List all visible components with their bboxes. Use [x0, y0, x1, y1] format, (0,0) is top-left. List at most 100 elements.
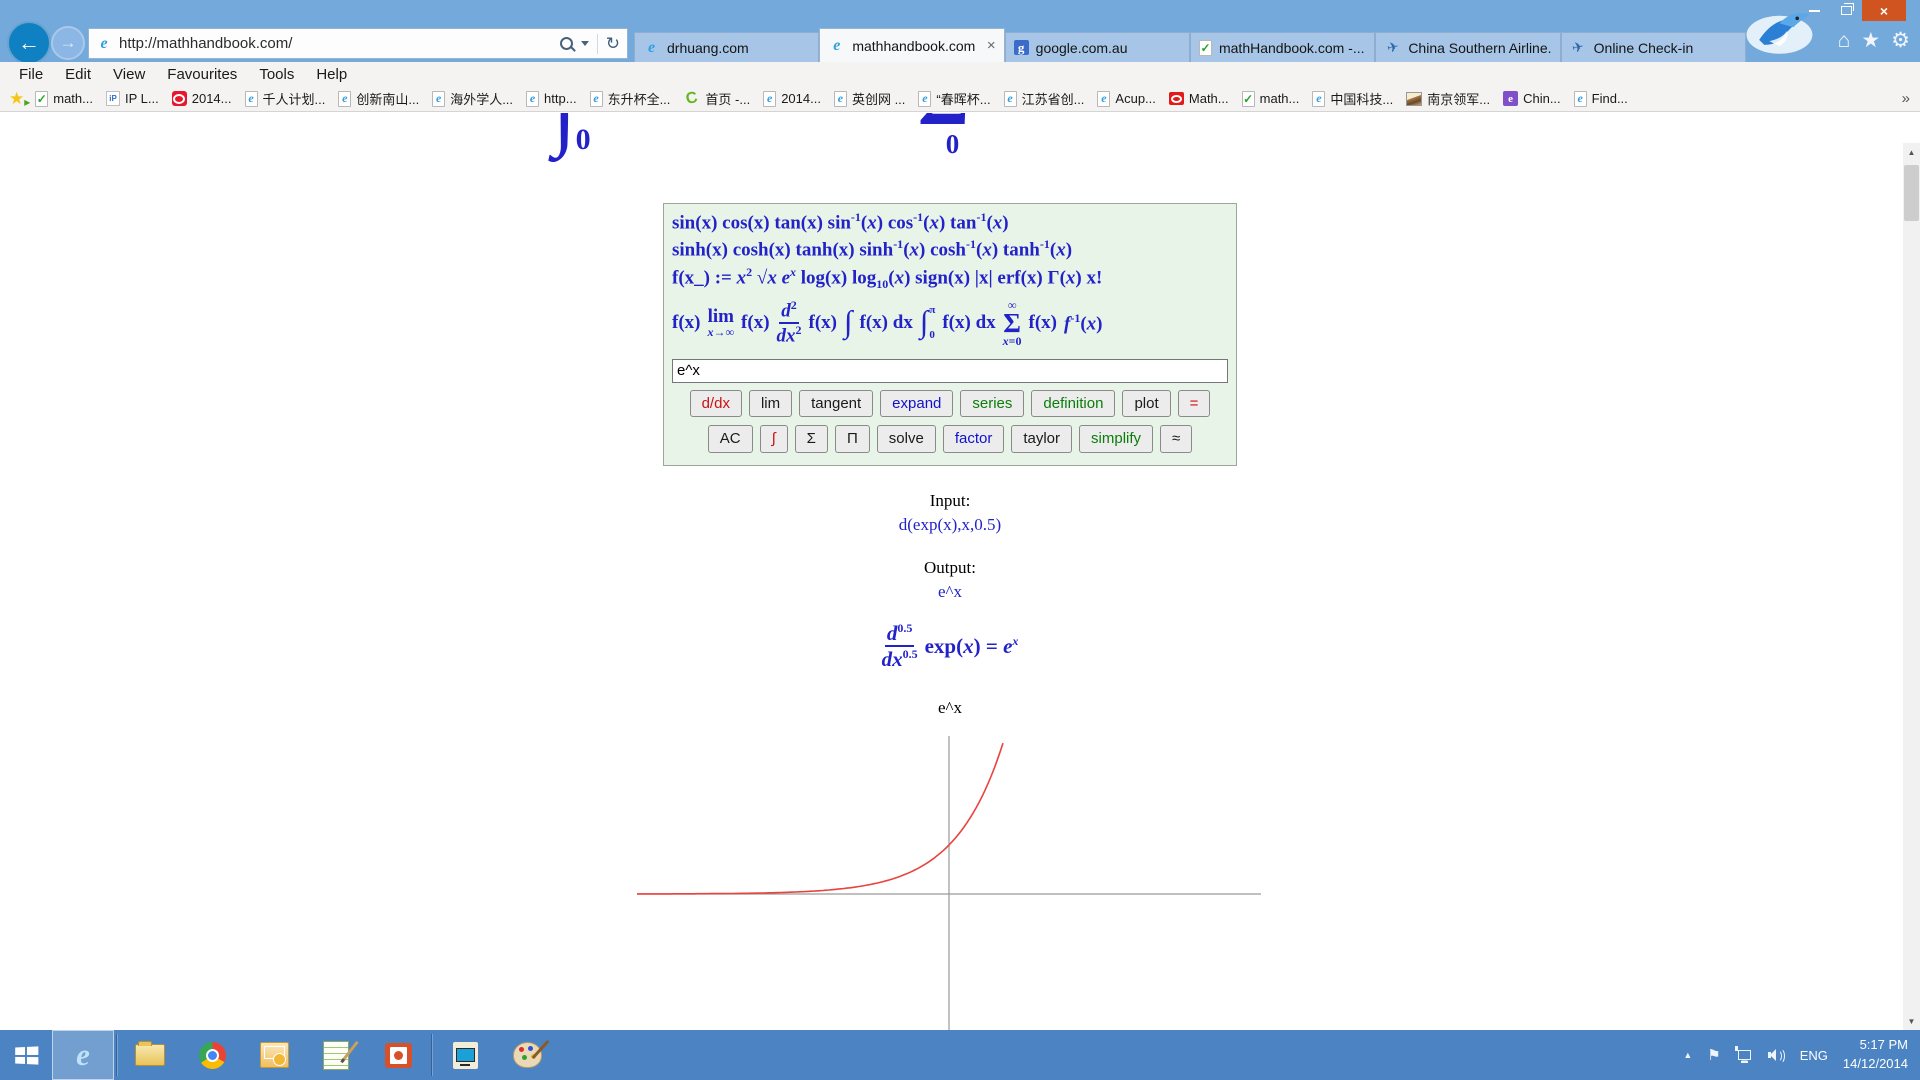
language-indicator[interactable]: ENG: [1800, 1048, 1828, 1063]
divider: [597, 34, 598, 54]
favorite-label: 中国科技...: [1330, 89, 1393, 108]
tab-close-icon[interactable]: ×: [987, 38, 996, 53]
favorites-star-icon[interactable]: ★: [1861, 30, 1880, 51]
favorite-item[interactable]: 千人计划...: [240, 89, 331, 108]
expression-input[interactable]: [672, 359, 1228, 383]
show-hidden-icons-icon[interactable]: ▲: [1683, 1050, 1692, 1060]
restore-button[interactable]: [1830, 0, 1862, 21]
taskbar-display-settings[interactable]: [434, 1030, 496, 1080]
favorite-item[interactable]: Acup...: [1092, 91, 1160, 107]
favorite-favicon-icon: [1312, 91, 1325, 107]
taskbar-notes[interactable]: [305, 1030, 367, 1080]
math-action-button[interactable]: factor: [943, 425, 1005, 453]
favorite-item[interactable]: Chin...: [1498, 91, 1566, 106]
math-action-button[interactable]: taylor: [1011, 425, 1072, 453]
refresh-icon[interactable]: ↻: [606, 35, 620, 52]
address-bar[interactable]: e http://mathhandbook.com/ ↻: [88, 28, 628, 59]
taskbar-chrome[interactable]: [181, 1030, 243, 1080]
palette-trig-line[interactable]: sin(x) cos(x) tan(x) sin-1(x) cos-1(x) t…: [672, 210, 1228, 234]
menu-item[interactable]: Edit: [54, 66, 102, 83]
favorite-item[interactable]: 江苏省创...: [999, 89, 1090, 108]
favorite-favicon-icon: [1242, 91, 1255, 107]
menu-item[interactable]: Tools: [248, 66, 305, 83]
math-action-button[interactable]: plot: [1122, 390, 1170, 418]
browser-tab[interactable]: mathhandbook.com ×: [819, 28, 1004, 62]
settings-gear-icon[interactable]: ⚙: [1891, 30, 1910, 51]
palette-calculus-line[interactable]: f(x)limx→∞f(x)d2dx2f(x)∫f(x) dx∫π0f(x) d…: [672, 295, 1228, 351]
scroll-up-icon[interactable]: ▲: [1903, 143, 1920, 161]
close-button[interactable]: ×: [1862, 0, 1906, 21]
browser-tab[interactable]: google.com.au: [1005, 32, 1190, 62]
math-action-button[interactable]: solve: [877, 425, 936, 453]
math-action-button[interactable]: series: [960, 390, 1024, 418]
math-action-button[interactable]: definition: [1031, 390, 1115, 418]
math-action-button[interactable]: d/dx: [690, 390, 742, 418]
taskbar-outlook[interactable]: [243, 1030, 305, 1080]
clock[interactable]: 5:17 PM 14/12/2014: [1843, 1036, 1908, 1074]
browser-tab[interactable]: mathHandbook.com -...: [1190, 32, 1375, 62]
taskbar-paint[interactable]: [496, 1030, 558, 1080]
math-action-button[interactable]: ∫: [760, 425, 788, 453]
menu-item[interactable]: Favourites: [156, 66, 248, 83]
favorite-item[interactable]: 中国科技...: [1307, 89, 1398, 108]
math-action-button[interactable]: Π: [835, 425, 870, 453]
vertical-scrollbar[interactable]: ▲ ▼: [1903, 143, 1920, 1030]
favorite-item[interactable]: math...: [1237, 91, 1305, 107]
favorite-item[interactable]: 首页 -...: [678, 89, 755, 108]
favorite-item[interactable]: Find...: [1569, 91, 1633, 107]
favorite-item[interactable]: 南京领军...: [1401, 89, 1495, 108]
dropdown-caret-icon[interactable]: [581, 41, 589, 46]
favorite-favicon-icon: [834, 91, 847, 107]
favorite-item[interactable]: 英创网 ...: [829, 89, 910, 108]
math-action-button[interactable]: Σ: [795, 425, 828, 453]
favorite-favicon-icon: [338, 91, 351, 107]
favorite-favicon-icon: [763, 91, 776, 107]
taskbar-file-explorer[interactable]: [119, 1030, 181, 1080]
math-action-button[interactable]: lim: [749, 390, 792, 418]
favorite-favicon-icon: [106, 91, 120, 106]
menu-item[interactable]: Help: [305, 66, 358, 83]
favorite-item[interactable]: 创新南山...: [333, 89, 424, 108]
favorite-item[interactable]: 2014...: [758, 91, 826, 107]
search-icon[interactable]: [560, 37, 573, 50]
network-icon[interactable]: [1736, 1048, 1753, 1063]
home-icon[interactable]: ⌂: [1838, 30, 1851, 51]
math-action-button[interactable]: simplify: [1079, 425, 1153, 453]
favorite-item[interactable]: math...: [30, 91, 98, 107]
scrollbar-thumb[interactable]: [1904, 165, 1919, 221]
scroll-down-icon[interactable]: ▼: [1903, 1012, 1920, 1030]
forward-button[interactable]: →: [51, 26, 85, 60]
favorite-item[interactable]: http...: [521, 91, 582, 107]
favorite-item[interactable]: 海外学人...: [427, 89, 518, 108]
back-button[interactable]: ←: [7, 21, 51, 65]
favorite-item[interactable]: IP L...: [101, 91, 164, 106]
browser-tab[interactable]: drhuang.com: [634, 32, 819, 62]
favorite-item[interactable]: Math...: [1164, 91, 1234, 106]
add-favorite-icon[interactable]: ★: [6, 90, 27, 107]
favorite-item[interactable]: “春晖杯...: [913, 89, 995, 108]
volume-icon[interactable]: [1768, 1048, 1785, 1062]
math-action-button[interactable]: ≈: [1160, 425, 1192, 453]
menu-item[interactable]: File: [8, 66, 54, 83]
math-action-button[interactable]: tangent: [799, 390, 873, 418]
action-center-flag-icon[interactable]: ⚑: [1707, 1048, 1720, 1063]
math-action-button[interactable]: AC: [708, 425, 753, 453]
favorite-item[interactable]: 2014...: [167, 91, 237, 106]
math-action-button[interactable]: expand: [880, 390, 953, 418]
exp-plot: [560, 728, 1330, 1030]
favorite-item[interactable]: 东升杯全...: [585, 89, 676, 108]
palette-functions-line[interactable]: f(x_) := x2 √x ex log(x) log10(x) sign(x…: [672, 265, 1228, 292]
browser-tab[interactable]: Online Check-in: [1561, 32, 1746, 62]
favorite-label: 2014...: [781, 91, 821, 106]
start-button[interactable]: [0, 1030, 52, 1080]
favorites-overflow-chevron[interactable]: »: [1902, 90, 1914, 107]
tray-time: 5:17 PM: [1843, 1036, 1908, 1055]
menu-item[interactable]: View: [102, 66, 156, 83]
tab-label: google.com.au: [1036, 40, 1128, 56]
math-action-button[interactable]: =: [1178, 390, 1211, 418]
taskbar-internet-explorer[interactable]: [52, 1030, 114, 1080]
taskbar-presentation[interactable]: [367, 1030, 429, 1080]
browser-tab[interactable]: China Southern Airline...: [1375, 32, 1560, 62]
favorite-favicon-icon: [590, 91, 603, 107]
palette-hyperbolic-line[interactable]: sinh(x) cosh(x) tanh(x) sinh-1(x) cosh-1…: [672, 237, 1228, 261]
